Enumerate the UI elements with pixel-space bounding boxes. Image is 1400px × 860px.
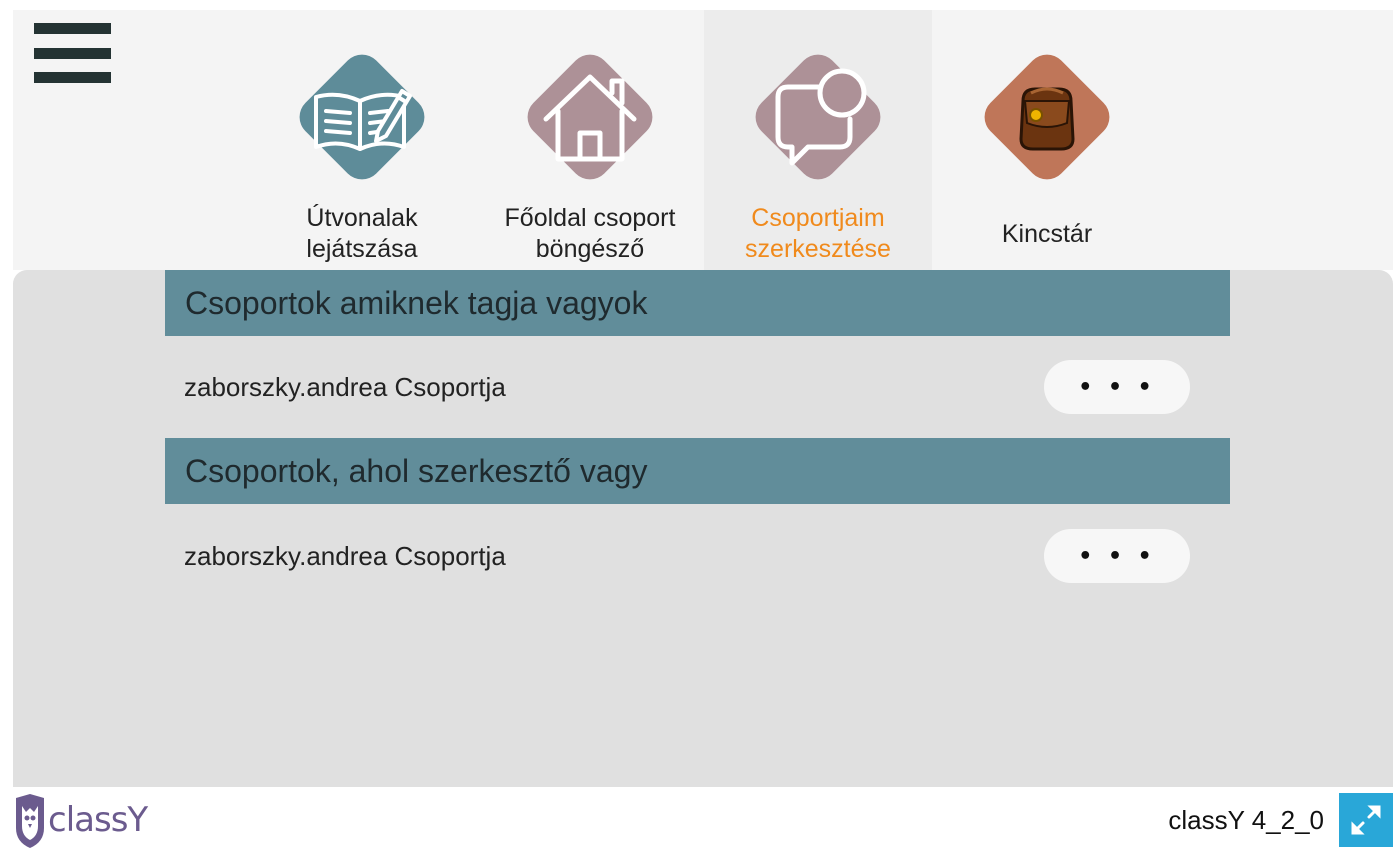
treasure-bag-icon <box>984 54 1110 180</box>
tab-home-group-browser[interactable]: Főoldal csoport böngésző <box>476 10 704 270</box>
tab-treasury[interactable]: Kincstár <box>933 10 1161 270</box>
speech-bubble-user-icon <box>755 54 881 180</box>
tab-label-line: Kincstár <box>1001 219 1093 248</box>
logo-text: classY <box>48 800 148 840</box>
groups-panel: Csoportok amiknek tagja vagyok zaborszky… <box>13 270 1393 787</box>
group-name: zaborszky.andrea Csoportja <box>184 541 506 571</box>
fullscreen-button[interactable] <box>1339 793 1393 847</box>
tab-routes-playback[interactable]: Útvonalak lejátszása <box>248 10 476 270</box>
menu-bar <box>34 48 111 59</box>
section-header-member-groups: Csoportok amiknek tagja vagyok <box>165 270 1230 336</box>
tab-label-line: szerkesztése <box>745 235 891 263</box>
app-root: Útvonalak lejátszása Főoldal csoport bön… <box>0 0 1400 860</box>
tab-edit-my-groups[interactable]: Csoportjaim szerkesztése <box>704 10 932 270</box>
menu-bar <box>34 23 111 34</box>
top-navigation: Útvonalak lejátszása Főoldal csoport bön… <box>13 10 1393 270</box>
menu-bar <box>34 72 111 83</box>
tab-label-line: Főoldal csoport <box>504 204 676 232</box>
tab-label-line: Útvonalak <box>306 204 418 232</box>
menu-icon[interactable] <box>34 23 111 85</box>
tab-label-line: böngésző <box>535 235 645 263</box>
expand-arrows-icon <box>1351 805 1381 835</box>
classy-logo[interactable]: classY <box>12 792 148 850</box>
tab-label: Főoldal csoport böngésző <box>476 204 704 264</box>
tab-label: Csoportjaim szerkesztése <box>704 204 932 264</box>
open-book-pen-icon <box>299 54 425 180</box>
tab-label: Útvonalak lejátszása <box>248 204 476 264</box>
house-icon <box>527 54 653 180</box>
list-item: zaborszky.andrea Csoportja • • • <box>165 516 1230 596</box>
list-item: zaborszky.andrea Csoportja • • • <box>165 347 1230 427</box>
section-header-editor-groups: Csoportok, ahol szerkesztő vagy <box>165 438 1230 504</box>
tab-label: Kincstár <box>933 204 1161 264</box>
group-options-button[interactable]: • • • <box>1044 529 1190 583</box>
group-options-button[interactable]: • • • <box>1044 360 1190 414</box>
tab-label-line: Csoportjaim <box>751 204 885 232</box>
group-name: zaborszky.andrea Csoportja <box>184 372 506 402</box>
tab-label-line: lejátszása <box>306 235 418 263</box>
owl-shield-icon <box>16 794 44 848</box>
version-label: classY 4_2_0 <box>1168 805 1324 835</box>
